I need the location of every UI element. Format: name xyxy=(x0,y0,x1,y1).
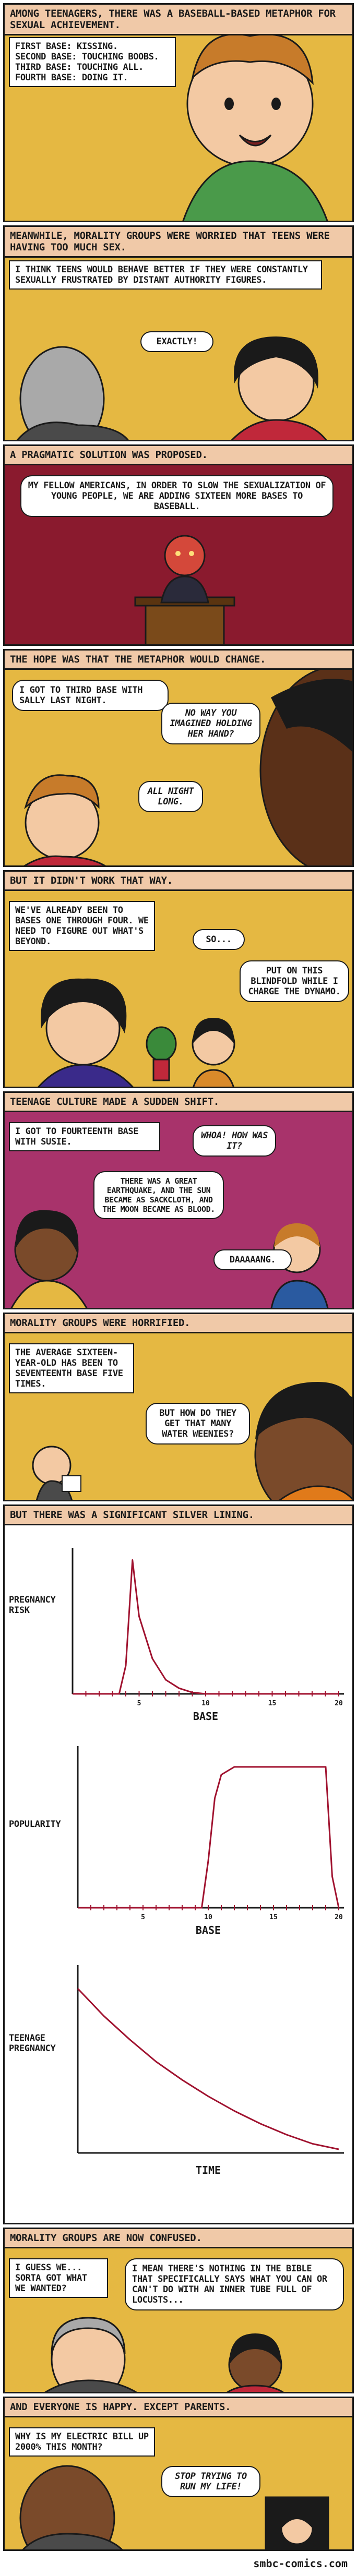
panel-6: Teenage culture made a sudden shift. I g… xyxy=(3,1091,354,1309)
panel-10-box: Why is my electric bill up 2000% this mo… xyxy=(9,2427,155,2457)
chart-2-tick-label: 15 xyxy=(269,1913,278,1921)
chart-1-curve xyxy=(73,1559,339,1695)
panel-4-caption: The hope was that the metaphor would cha… xyxy=(5,651,352,670)
chart-2-ylabel: Popularity xyxy=(9,1819,61,1829)
panel-7-bubble: But how do they get that many water ween… xyxy=(146,1403,250,1445)
panel-10-bubble: Stop trying to run my life! xyxy=(161,2466,260,2497)
chart-1-tick-label: 20 xyxy=(335,1700,343,1707)
chart-1-tick-label: 15 xyxy=(268,1700,277,1707)
chart-1-tick-label: 10 xyxy=(201,1700,210,1707)
panel-4-bubble-1: No way you imagined holding her hand? xyxy=(161,703,260,744)
panel-6-box: I got to fourteenth base with Susie. xyxy=(9,1122,160,1151)
chart-3-curve xyxy=(77,1988,339,2150)
chart-2-tick-label: 5 xyxy=(141,1913,145,1921)
panel-5-bubble-1: So... xyxy=(193,929,245,950)
panel-5-box: We've already been to bases one through … xyxy=(9,901,155,951)
panel-7-caption: Morality groups were horrified. xyxy=(5,1314,352,1333)
chart-2-tick-label: 20 xyxy=(335,1913,343,1921)
panel-10-caption: And everyone is happy. Except parents. xyxy=(5,2398,352,2417)
chart-2-xlabel: BASE xyxy=(196,1924,221,1936)
panel-4: The hope was that the metaphor would cha… xyxy=(3,649,354,867)
chart-1-ylabel: Pregnancy risk xyxy=(9,1595,56,1616)
panel-4-box: I got to third base with Sally last nigh… xyxy=(12,680,169,711)
chart-3-xlabel: TIME xyxy=(196,2164,221,2176)
panel-2: Meanwhile, morality groups were worried … xyxy=(3,225,354,441)
panel-1-box: First base: Kissing. Second base: Touchi… xyxy=(9,37,176,87)
panel-9-art xyxy=(5,2229,352,2392)
panel-1: Among teenagers, there was a baseball-ba… xyxy=(3,3,354,222)
panel-9-bubble-2: I mean there's nothing in the Bible that… xyxy=(125,2258,344,2310)
panel-10: And everyone is happy. Except parents. W… xyxy=(3,2397,354,2551)
panel-3: A pragmatic solution was proposed. My fe… xyxy=(3,444,354,646)
comic-strip: Among teenagers, there was a baseball-ba… xyxy=(0,0,357,2576)
chart-1-tick-label: 5 xyxy=(137,1700,141,1707)
panel-2-bubble: Exactly! xyxy=(140,331,213,352)
site-credit: smbc-comics.com xyxy=(253,2557,348,2570)
panel-1-caption: Among teenagers, there was a baseball-ba… xyxy=(5,5,352,35)
chart-2-tick-label: 10 xyxy=(204,1913,212,1921)
panel-7-box: The average sixteen-year-old has been to… xyxy=(9,1343,134,1393)
panel-2-caption: Meanwhile, morality groups were worried … xyxy=(5,227,352,258)
panel-5-bubble-2: Put on this blindfold while I charge the… xyxy=(240,960,349,1002)
panel-8: But there was a significant silver linin… xyxy=(3,1504,354,2224)
panel-5-caption: But it didn't work that way. xyxy=(5,872,352,891)
panel-6-bubble-3: Daaaaang. xyxy=(213,1249,292,1270)
panel-9-caption: Morality groups are now confused. xyxy=(5,2229,352,2248)
panel-6-caption: Teenage culture made a sudden shift. xyxy=(5,1093,352,1112)
panel-6-bubble-2: There was a great earthquake, and the su… xyxy=(93,1171,224,1219)
chart-1-xlabel: BASE xyxy=(193,1710,218,1723)
panel-9-bubble-1: I guess we... sorta got what we wanted? xyxy=(9,2258,108,2298)
panel-9: Morality groups are now confused. I gues… xyxy=(3,2228,354,2393)
panel-3-box: My fellow Americans, in order to slow th… xyxy=(20,475,334,517)
panel-3-caption: A pragmatic solution was proposed. xyxy=(5,446,352,465)
panel-5: But it didn't work that way. We've alrea… xyxy=(3,870,354,1088)
panel-7: Morality groups were horrified. The aver… xyxy=(3,1313,354,1501)
panel-2-box: I think teens would behave better if the… xyxy=(9,260,322,290)
chart-2-curve xyxy=(78,1766,340,1909)
panel-6-bubble-1: Whoa! How was it? xyxy=(193,1125,276,1157)
panel-4-bubble-2: All night long. xyxy=(138,781,203,812)
chart-3-ylabel: Teenage pregnancy xyxy=(9,2033,56,2054)
